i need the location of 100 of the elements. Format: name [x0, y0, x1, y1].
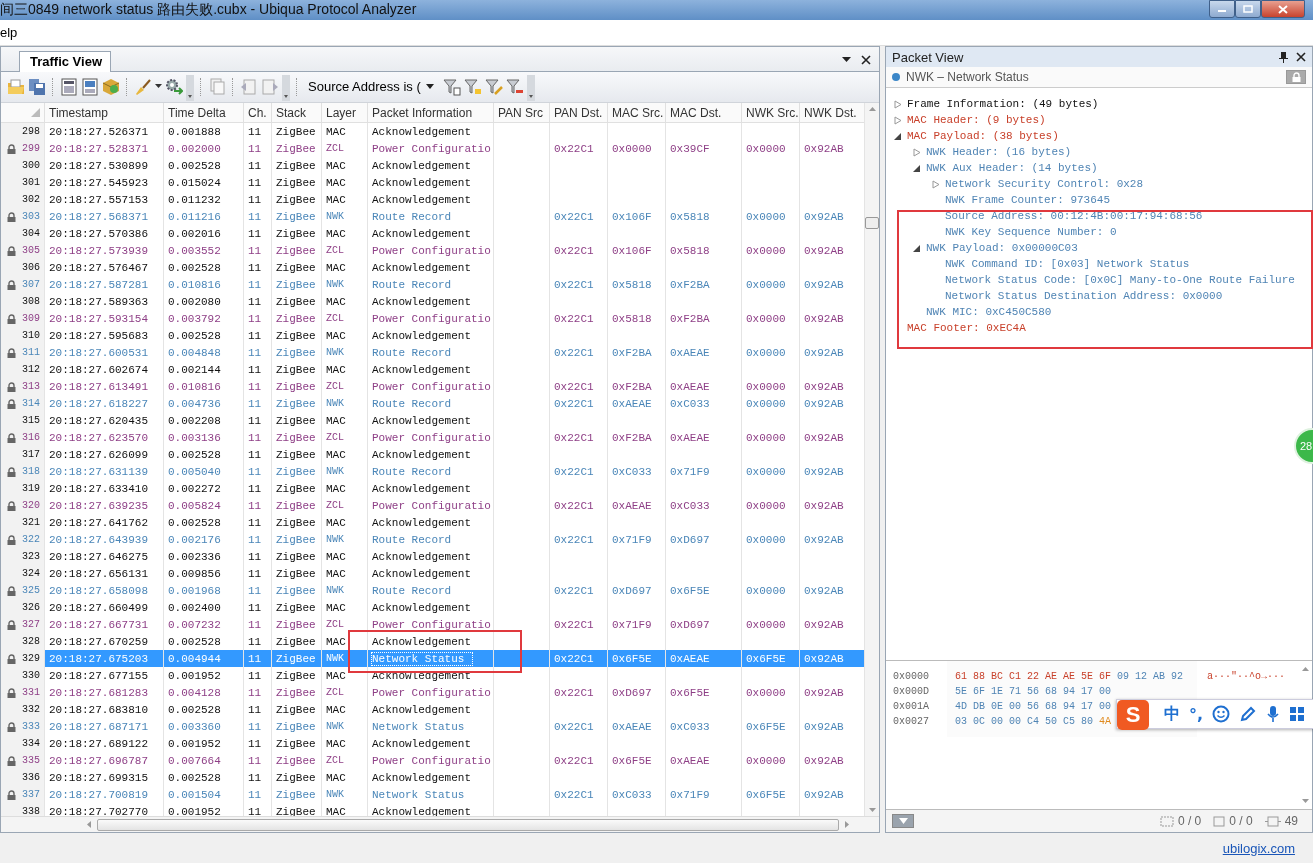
table-row[interactable]: 308 20:18:27.589363 0.002080 11 ZigBee MAC Acknowledgement [1, 293, 864, 311]
table-row[interactable]: 310 20:18:27.595683 0.002528 11 ZigBee MAC Acknowledgement [1, 327, 864, 345]
smiley-icon[interactable] [1212, 705, 1231, 723]
horizontal-scrollbar[interactable] [1, 816, 879, 832]
tree-item[interactable]: NWK Payload: 0x00000C03 [926, 242, 1078, 254]
window-icon[interactable] [81, 77, 99, 96]
table-row[interactable]: 300 20:18:27.530899 0.002528 11 ZigBee MAC Acknowledgement [1, 157, 864, 175]
column-header[interactable]: Timestamp [45, 103, 164, 123]
column-header[interactable]: Packet Information [368, 103, 494, 123]
scroll-up-icon[interactable] [1301, 667, 1309, 671]
table-row[interactable]: 319 20:18:27.633410 0.002272 11 ZigBee MAC Acknowledgement [1, 480, 864, 498]
expander-icon[interactable] [913, 163, 921, 173]
tree-item[interactable]: MAC Payload: (38 bytes) [907, 130, 1059, 142]
filter-icon[interactable] [442, 77, 461, 96]
folder-icon[interactable] [7, 77, 25, 96]
dropdown-icon[interactable] [842, 56, 851, 63]
table-row[interactable]: 325 20:18:27.658098 0.001968 11 ZigBee NWK Route Record 0x22C1 0xD697 0x6F5E 0x0000 0x92AB [1, 582, 864, 600]
tree-item[interactable]: Network Status Code: [0x0C] Many-to-One Route Failure [945, 274, 1295, 286]
broom-icon[interactable] [134, 77, 152, 96]
gears-icon[interactable] [165, 77, 183, 96]
table-row[interactable]: 337 20:18:27.700819 0.001504 11 ZigBee NWK Network Status 0x22C1 0xC033 0x71F9 0x6F5E 0x92AB [1, 786, 864, 804]
tree-item[interactable]: Network Security Control: 0x28 [945, 178, 1144, 190]
save-icon[interactable] [28, 77, 46, 96]
tree-item[interactable]: MAC Footer: 0xEC4A [907, 322, 1026, 334]
table-row[interactable]: 335 20:18:27.696787 0.007664 11 ZigBee ZCL Power Configuratio 0x22C1 0x6F5E 0xAEAE 0x0000 0x92AB [1, 752, 864, 770]
minimize-button[interactable] [1209, 0, 1235, 18]
maximize-button[interactable] [1235, 0, 1261, 18]
table-row[interactable]: 304 20:18:27.570386 0.002016 11 ZigBee MAC Acknowledgement [1, 225, 864, 243]
table-row[interactable]: 311 20:18:27.600531 0.004848 11 ZigBee NWK Route Record 0x22C1 0xF2BA 0xAEAE 0x0000 0x92AB [1, 344, 864, 362]
scroll-thumb[interactable] [865, 217, 879, 230]
tree-item[interactable]: NWK Aux Header: (14 bytes) [926, 162, 1098, 174]
column-header[interactable]: PAN Dst. [550, 103, 608, 123]
expander-icon[interactable] [913, 243, 921, 253]
filter-icon[interactable] [484, 77, 503, 96]
table-row[interactable]: 330 20:18:27.677155 0.001952 11 ZigBee MAC Acknowledgement [1, 667, 864, 685]
table-row[interactable]: 298 20:18:27.526371 0.001888 11 ZigBee MAC Acknowledgement [1, 123, 864, 141]
menu-item[interactable]: elp [0, 25, 18, 40]
table-row[interactable]: 314 20:18:27.618227 0.004736 11 ZigBee NWK Route Record 0x22C1 0xAEAE 0xC033 0x0000 0x92AB [1, 395, 864, 413]
table-row[interactable]: 332 20:18:27.683810 0.002528 11 ZigBee MAC Acknowledgement [1, 701, 864, 719]
table-row[interactable]: 313 20:18:27.613491 0.010816 11 ZigBee ZCL Power Configuratio 0x22C1 0xF2BA 0xAEAE 0x0000 0x92AB [1, 378, 864, 396]
caret-icon[interactable] [155, 84, 162, 90]
grid-icon[interactable] [1289, 706, 1306, 722]
scroll-left-icon[interactable] [87, 821, 91, 829]
website-link[interactable]: ubilogix.com [1222, 840, 1295, 856]
tree-item[interactable]: Source Address: 00:12:4B:00:17:94:68:56 [945, 210, 1203, 222]
column-header[interactable]: Stack [272, 103, 322, 123]
table-row[interactable]: 303 20:18:27.568371 0.011216 11 ZigBee NWK Route Record 0x22C1 0x106F 0x5818 0x0000 0x92AB [1, 208, 864, 226]
tree-item[interactable]: NWK Frame Counter: 973645 [945, 194, 1111, 206]
column-header[interactable]: MAC Dst. [666, 103, 742, 123]
expand-button[interactable] [892, 814, 914, 828]
table-row[interactable]: 306 20:18:27.576467 0.002528 11 ZigBee MAC Acknowledgement [1, 259, 864, 277]
pin-icon[interactable] [1279, 51, 1288, 63]
tree-item[interactable]: MAC Header: (9 bytes) [907, 114, 1046, 126]
table-row[interactable]: 326 20:18:27.660499 0.002400 11 ZigBee MAC Acknowledgement [1, 599, 864, 617]
package-icon[interactable] [102, 77, 120, 96]
input-mode-button[interactable]: 中 [1164, 703, 1180, 725]
close-icon[interactable] [1296, 52, 1306, 62]
scroll-up-icon[interactable] [868, 107, 876, 112]
microphone-icon[interactable] [1266, 705, 1281, 723]
table-row[interactable]: 315 20:18:27.620435 0.002208 11 ZigBee MAC Acknowledgement [1, 412, 864, 430]
page-arrow-icon[interactable] [261, 77, 279, 96]
table-row[interactable]: 329 20:18:27.675203 0.004944 11 ZigBee NWK Network Status 0x22C1 0x6F5E 0xAEAE 0x6F5E 0x92AB [1, 650, 864, 668]
table-row[interactable]: 299 20:18:27.528371 0.002000 11 ZigBee ZCL Power Configuratio 0x22C1 0x0000 0x39CF 0x0000 0x92AB [1, 140, 864, 158]
column-header[interactable]: Ch. [244, 103, 272, 123]
table-row[interactable]: 321 20:18:27.641762 0.002528 11 ZigBee MAC Acknowledgement [1, 514, 864, 532]
table-row[interactable]: 305 20:18:27.573939 0.003552 11 ZigBee ZCL Power Configuratio 0x22C1 0x106F 0x5818 0x0000 0x92AB [1, 242, 864, 260]
table-row[interactable]: 323 20:18:27.646275 0.002336 11 ZigBee MAC Acknowledgement [1, 548, 864, 566]
table-row[interactable]: 322 20:18:27.643939 0.002176 11 ZigBee NWK Route Record 0x22C1 0x71F9 0xD697 0x0000 0x92AB [1, 531, 864, 549]
table-row[interactable]: 324 20:18:27.656131 0.009856 11 ZigBee MAC Acknowledgement [1, 565, 864, 583]
table-row[interactable]: 333 20:18:27.687171 0.003360 11 ZigBee NWK Network Status 0x22C1 0xAEAE 0xC033 0x6F5E 0x92AB [1, 718, 864, 736]
table-row[interactable]: 301 20:18:27.545923 0.015024 11 ZigBee MAC Acknowledgement [1, 174, 864, 192]
column-header[interactable]: MAC Src. [608, 103, 666, 123]
table-row[interactable]: 334 20:18:27.689122 0.001952 11 ZigBee MAC Acknowledgement [1, 735, 864, 753]
caret-icon[interactable] [425, 84, 434, 90]
column-header[interactable]: Time Delta [164, 103, 244, 123]
filter-icon[interactable] [505, 77, 524, 96]
overflow-icon[interactable] [526, 74, 535, 101]
punctuation-button[interactable]: °, [1189, 704, 1204, 724]
tree-item[interactable]: Frame Information: (49 bytes) [907, 98, 1099, 110]
table-row[interactable]: 318 20:18:27.631139 0.005040 11 ZigBee NWK Route Record 0x22C1 0xC033 0x71F9 0x0000 0x92AB [1, 463, 864, 481]
table-row[interactable]: 309 20:18:27.593154 0.003792 11 ZigBee ZCL Power Configuratio 0x22C1 0x5818 0xF2BA 0x0000 0x92AB [1, 310, 864, 328]
table-row[interactable]: 336 20:18:27.699315 0.002528 11 ZigBee MAC Acknowledgement [1, 769, 864, 787]
scroll-down-icon[interactable] [868, 808, 876, 813]
close-icon[interactable] [861, 54, 871, 65]
table-row[interactable]: 320 20:18:27.639235 0.005824 11 ZigBee ZCL Power Configuratio 0x22C1 0xAEAE 0xC033 0x0000 0x92AB [1, 497, 864, 515]
filter-icon[interactable] [463, 77, 482, 96]
tree-item[interactable]: Network Status Destination Address: 0x0000 [945, 290, 1223, 302]
vertical-scrollbar[interactable] [864, 103, 879, 817]
pencil-icon[interactable] [1239, 705, 1258, 723]
table-row[interactable]: 316 20:18:27.623570 0.003136 11 ZigBee ZCL Power Configuratio 0x22C1 0xF2BA 0xAEAE 0x0000 0x92AB [1, 429, 864, 447]
scroll-right-icon[interactable] [845, 821, 849, 829]
expander-icon[interactable] [894, 131, 902, 141]
lock-button[interactable] [1286, 70, 1306, 84]
table-row[interactable]: 302 20:18:27.557153 0.011232 11 ZigBee MAC Acknowledgement [1, 191, 864, 209]
tree-item[interactable]: NWK Key Sequence Number: 0 [945, 226, 1117, 238]
close-button[interactable] [1261, 0, 1305, 18]
column-header[interactable]: NWK Src. [742, 103, 800, 123]
window-icon[interactable] [60, 77, 78, 96]
tree-item[interactable]: NWK Header: (16 bytes) [926, 146, 1072, 158]
filter-dropdown[interactable]: Source Address is ( [304, 79, 423, 95]
